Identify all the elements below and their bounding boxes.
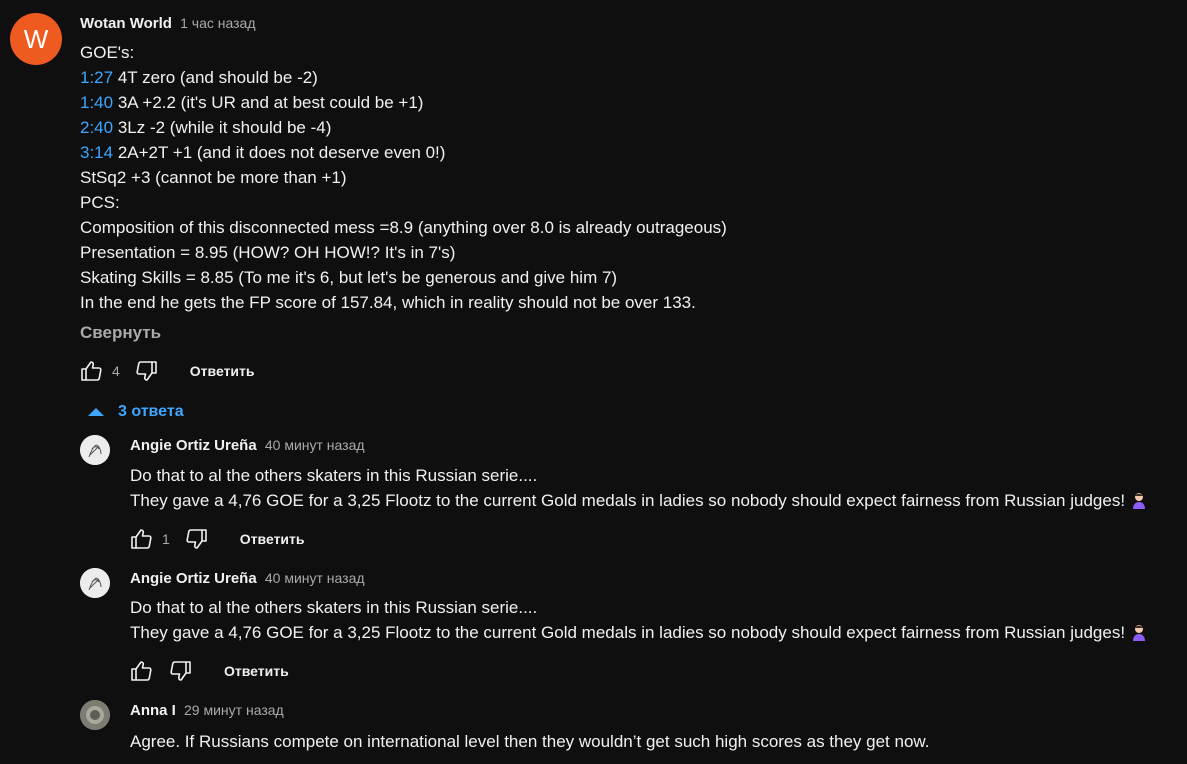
line-text: Presentation = 8.95 (HOW? OH HOW!? It's …	[80, 243, 456, 262]
reply-line: Do that to al the others skaters in this…	[130, 466, 538, 485]
line-text: 4T zero (and should be -2)	[113, 68, 318, 87]
reply-avatar[interactable]	[80, 568, 110, 598]
reply-actions: 1 Ответить	[128, 525, 305, 553]
like-icon[interactable]	[128, 526, 154, 552]
reply-line: They gave a 4,76 GOE for a 3,25 Flootz t…	[130, 620, 1148, 645]
reply-time[interactable]: 40 минут назад	[265, 570, 365, 586]
line-text: PCS:	[80, 193, 120, 212]
author-avatar[interactable]: W	[10, 13, 62, 65]
timestamp-link[interactable]: 1:27	[80, 68, 113, 87]
reply-time[interactable]: 29 минут назад	[184, 702, 284, 718]
reply-header: Angie Ortiz Ureña 40 минут назад	[130, 570, 365, 587]
comment-line: In the end he gets the FP score of 157.8…	[80, 290, 727, 315]
reply-actions: Ответить	[128, 657, 289, 685]
timestamp-link[interactable]: 1:40	[80, 93, 113, 112]
reply-line-text: They gave a 4,76 GOE for a 3,25 Flootz t…	[130, 623, 1126, 642]
comment-line: Composition of this disconnected mess =8…	[80, 215, 727, 240]
reply-time[interactable]: 40 минут назад	[265, 437, 365, 453]
dislike-icon[interactable]	[134, 358, 160, 384]
line-text: 3A +2.2 (it's UR and at best could be +1…	[113, 93, 424, 112]
comment-line: Skating Skills = 8.85 (To me it's 6, but…	[80, 265, 727, 290]
comment-line: PCS:	[80, 190, 727, 215]
collapse-button[interactable]: Свернуть	[80, 323, 161, 343]
comment-author[interactable]: Wotan World	[80, 15, 172, 32]
reply-header: Angie Ortiz Ureña 40 минут назад	[130, 437, 365, 454]
line-text: Composition of this disconnected mess =8…	[80, 218, 727, 237]
reply-author[interactable]: Anna I	[130, 702, 176, 719]
line-text: 3Lz -2 (while it should be -4)	[113, 118, 332, 137]
line-text: 2A+2T +1 (and it does not deserve even 0…	[113, 143, 446, 162]
reply-body: Do that to al the others skaters in this…	[130, 463, 1148, 513]
comment-body: GOE's: 1:27 4T zero (and should be -2) 1…	[80, 40, 727, 315]
comment-line: 3:14 2A+2T +1 (and it does not deserve e…	[80, 140, 727, 165]
comment-time[interactable]: 1 час назад	[180, 15, 255, 31]
reply-line: Agree. If Russians compete on internatio…	[130, 732, 930, 751]
reply-line: Do that to al the others skaters in this…	[130, 598, 538, 617]
comment-actions: 4 Ответить	[78, 357, 255, 385]
reply-line-text: They gave a 4,76 GOE for a 3,25 Flootz t…	[130, 491, 1126, 510]
comment-header: Wotan World 1 час назад	[80, 15, 256, 32]
dislike-icon[interactable]	[168, 658, 194, 684]
comment-line: 1:27 4T zero (and should be -2)	[80, 65, 727, 90]
line-text: Skating Skills = 8.85 (To me it's 6, but…	[80, 268, 618, 287]
reply-header: Anna I 29 минут назад	[130, 702, 284, 719]
dislike-icon[interactable]	[184, 526, 210, 552]
timestamp-link[interactable]: 3:14	[80, 143, 113, 162]
like-icon[interactable]	[78, 358, 104, 384]
reply-line: They gave a 4,76 GOE for a 3,25 Flootz t…	[130, 488, 1148, 513]
reply-body: Agree. If Russians compete on internatio…	[130, 729, 929, 754]
comment-line: 2:40 3Lz -2 (while it should be -4)	[80, 115, 727, 140]
line-text: GOE's:	[80, 43, 135, 62]
replies-count-label: 3 ответа	[118, 403, 184, 420]
person-tipping-hand-emoji-icon	[1130, 491, 1148, 509]
reply-author[interactable]: Angie Ortiz Ureña	[130, 570, 257, 587]
like-icon[interactable]	[128, 658, 154, 684]
replies-toggle[interactable]: 3 ответа	[88, 403, 184, 421]
timestamp-link[interactable]: 2:40	[80, 118, 113, 137]
reply-button[interactable]: Ответить	[224, 663, 289, 679]
line-text: StSq2 +3 (cannot be more than +1)	[80, 168, 347, 187]
reply-body: Do that to al the others skaters in this…	[130, 595, 1148, 645]
comment-line: 1:40 3A +2.2 (it's UR and at best could …	[80, 90, 727, 115]
comment-line: GOE's:	[80, 40, 727, 65]
comment-line: StSq2 +3 (cannot be more than +1)	[80, 165, 727, 190]
comments-section: W Wotan World 1 час назад GOE's: 1:27 4T…	[0, 0, 1187, 764]
like-count: 4	[112, 363, 120, 379]
reply-avatar[interactable]	[80, 435, 110, 465]
reply-author[interactable]: Angie Ortiz Ureña	[130, 437, 257, 454]
comment-line: Presentation = 8.95 (HOW? OH HOW!? It's …	[80, 240, 727, 265]
chevron-up-icon	[88, 408, 104, 416]
avatar-letter: W	[23, 23, 49, 54]
person-tipping-hand-emoji-icon	[1130, 623, 1148, 641]
like-count: 1	[162, 531, 170, 547]
reply-button[interactable]: Ответить	[190, 363, 255, 379]
line-text: In the end he gets the FP score of 157.8…	[80, 293, 696, 312]
reply-avatar[interactable]	[80, 700, 110, 730]
reply-button[interactable]: Ответить	[240, 531, 305, 547]
